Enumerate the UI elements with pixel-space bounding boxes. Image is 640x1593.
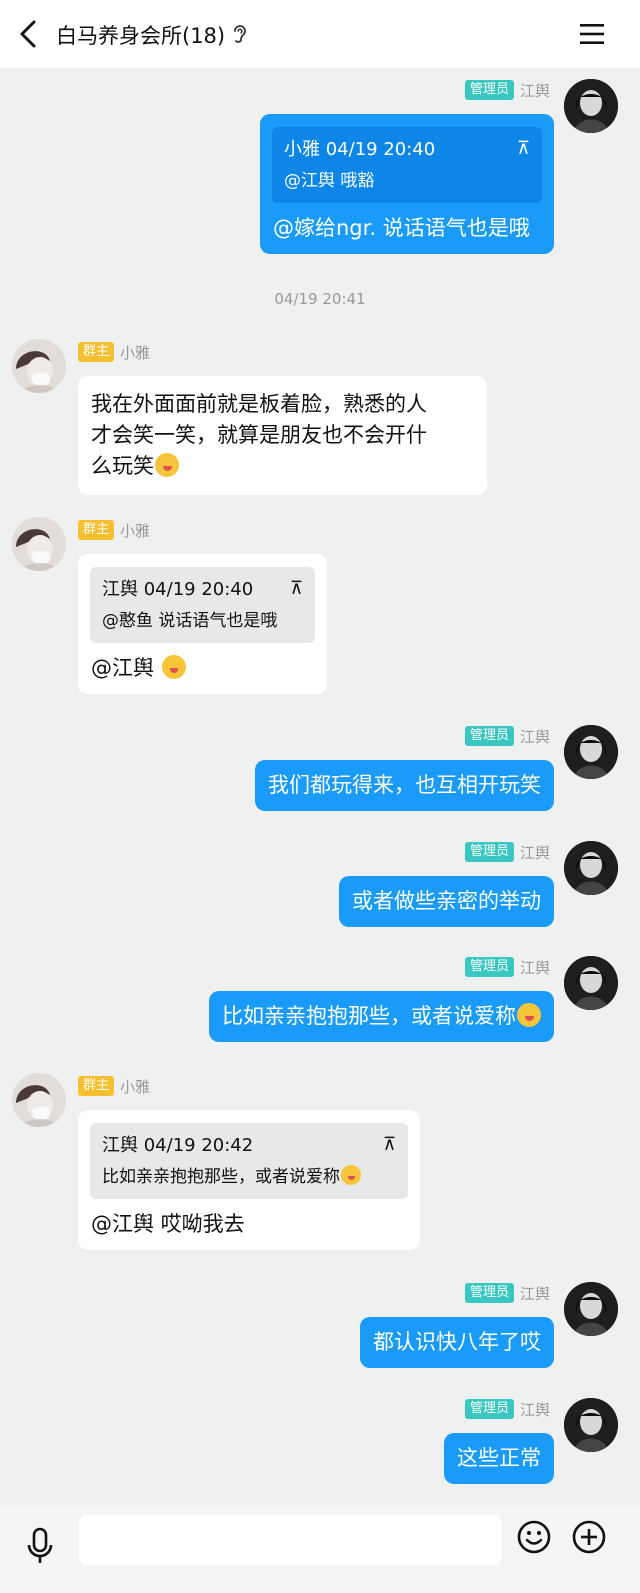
admin-badge: 管理员 [464, 726, 514, 746]
message-text: 都认识快八年了哎 [373, 1330, 541, 1354]
message-line: 才会笑一笑，就算是朋友也不会开什 [91, 423, 427, 447]
message-bubble[interactable]: 这些正常 [444, 1433, 554, 1484]
back-arrow-icon[interactable] [14, 18, 44, 50]
sender-name: 小雅 [120, 343, 151, 362]
avatar[interactable] [12, 517, 66, 571]
input-bar [0, 1505, 640, 1593]
message-row: 管理员 江舆 这些正常 [0, 1387, 640, 1497]
sender-name: 江舆 [519, 1400, 550, 1419]
owner-badge: 群主 [78, 520, 115, 540]
message-text: 或者做些亲密的举动 [352, 889, 541, 913]
message-list[interactable]: 管理员 江舆 小雅 04/19 20:40 ⊼ @江舆 哦豁 @嫁给ngr. 说话… [0, 68, 640, 1505]
avatar[interactable] [564, 1282, 618, 1336]
plus-icon[interactable] [571, 1519, 607, 1555]
title-bar: 白马养身会所(18) [0, 0, 640, 68]
sender-meta: 管理员 江舆 [464, 725, 550, 747]
admin-badge: 管理员 [464, 957, 514, 977]
avatar[interactable] [12, 339, 66, 393]
message-row: 群主 小雅 我在外面面前就是板着脸，熟悉的人 才会笑一笑，就算是朋友也不会开什 么… [0, 330, 640, 500]
quote-body: @江舆 哦豁 [284, 171, 375, 191]
quote-header: 小雅 04/19 20:40 [284, 139, 436, 160]
message-bubble[interactable]: 我们都玩得来，也互相开玩笑 [255, 760, 554, 811]
message-bubble[interactable]: 江舆 04/19 20:40 ⊼ @憨鱼 说话语气也是哦 @江舆 [78, 554, 327, 694]
owner-badge: 群主 [78, 1076, 115, 1096]
message-row: 管理员 江舆 都认识快八年了哎 [0, 1271, 640, 1381]
sender-name: 江舆 [519, 958, 550, 977]
message-content: @江舆 [78, 643, 327, 694]
message-text: @江舆 哎呦我去 [91, 1212, 245, 1236]
sender-meta: 管理员 江舆 [464, 841, 550, 863]
sender-name: 江舆 [519, 843, 550, 862]
timestamp: 04/19 20:41 [274, 290, 366, 308]
owner-badge: 群主 [78, 342, 115, 362]
laughing-tears-emoji-icon [517, 1003, 541, 1027]
quote-body-row: 比如亲亲抱抱那些，或者说爱称 [90, 1159, 408, 1199]
sender-meta: 管理员 江舆 [464, 79, 550, 101]
message-bubble[interactable]: 江舆 04/19 20:42 ⊼ 比如亲亲抱抱那些，或者说爱称 @江舆 哎呦我去 [78, 1110, 420, 1250]
avatar[interactable] [564, 79, 618, 133]
message-bubble[interactable]: 我在外面面前就是板着脸，熟悉的人 才会笑一笑，就算是朋友也不会开什 么玩笑 [78, 376, 487, 495]
quote-header: 江舆 04/19 20:40 [102, 579, 254, 600]
message-text: 我们都玩得来，也互相开玩笑 [268, 773, 541, 797]
sender-meta: 管理员 江舆 [464, 956, 550, 978]
message-text: @江舆 [91, 656, 154, 680]
message-row: 群主 小雅 江舆 04/19 20:42 ⊼ 比如亲亲抱抱那些，或者说爱称 @江舆… [0, 1064, 640, 1264]
avatar[interactable] [564, 1398, 618, 1452]
sender-meta: 群主 小雅 [78, 1075, 150, 1097]
message-row: 管理员 江舆 比如亲亲抱抱那些，或者说爱称 [0, 945, 640, 1055]
quoted-message[interactable]: 江舆 04/19 20:40 ⊼ @憨鱼 说话语气也是哦 [90, 567, 315, 643]
message-row: 管理员 江舆 或者做些亲密的举动 [0, 830, 640, 940]
avatar[interactable] [564, 956, 618, 1010]
sender-name: 江舆 [519, 1284, 550, 1303]
message-row: 群主 小雅 江舆 04/19 20:40 ⊼ @憨鱼 说话语气也是哦 @江舆 [0, 508, 640, 708]
avatar[interactable] [564, 841, 618, 895]
avatar[interactable] [564, 725, 618, 779]
pin-icon: ⊼ [289, 578, 303, 599]
quote-body: @憨鱼 说话语气也是哦 [102, 611, 278, 631]
quoted-message[interactable]: 小雅 04/19 20:40 ⊼ @江舆 哦豁 [272, 127, 542, 203]
message-row: 管理员 江舆 小雅 04/19 20:40 ⊼ @江舆 哦豁 @嫁给ngr. 说话… [0, 68, 640, 278]
quote-header: 江舆 04/19 20:42 [102, 1135, 254, 1156]
pin-icon: ⊼ [382, 1134, 396, 1155]
quoted-message[interactable]: 江舆 04/19 20:42 ⊼ 比如亲亲抱抱那些，或者说爱称 [90, 1123, 408, 1199]
message-bubble[interactable]: 或者做些亲密的举动 [339, 876, 554, 927]
admin-badge: 管理员 [464, 1399, 514, 1419]
message-bubble[interactable]: 都认识快八年了哎 [360, 1317, 554, 1368]
message-text: 比如亲亲抱抱那些，或者说爱称 [222, 1004, 516, 1028]
sender-meta: 管理员 江舆 [464, 1398, 550, 1420]
sender-meta: 群主 小雅 [78, 341, 150, 363]
sender-name: 江舆 [519, 81, 550, 100]
sender-name: 江舆 [519, 727, 550, 746]
admin-badge: 管理员 [464, 842, 514, 862]
ear-icon [234, 25, 246, 43]
message-bubble[interactable]: 小雅 04/19 20:40 ⊼ @江舆 哦豁 @嫁给ngr. 说话语气也是哦 [260, 114, 554, 254]
message-content: 比如亲亲抱抱那些，或者说爱称 [209, 991, 554, 1042]
admin-badge: 管理员 [464, 80, 514, 100]
message-input[interactable] [79, 1515, 502, 1565]
microphone-icon[interactable] [24, 1527, 56, 1567]
message-bubble[interactable]: 比如亲亲抱抱那些，或者说爱称 [209, 991, 554, 1042]
message-line: 么玩笑 [91, 451, 474, 482]
emoji-icon[interactable] [516, 1519, 552, 1555]
message-text: 这些正常 [457, 1446, 541, 1470]
sender-name: 小雅 [120, 521, 151, 540]
chat-title: 白马养身会所(18) [56, 24, 226, 48]
pin-icon: ⊼ [516, 138, 530, 159]
avatar[interactable] [12, 1073, 66, 1127]
message-line-text: 么玩笑 [91, 454, 154, 478]
sender-meta: 管理员 江舆 [464, 1282, 550, 1304]
message-line: 我在外面面前就是板着脸，熟悉的人 [91, 392, 427, 416]
quote-body: 比如亲亲抱抱那些，或者说爱称 [102, 1167, 340, 1187]
laughing-emoji-icon [161, 655, 186, 679]
menu-icon[interactable] [578, 20, 606, 48]
admin-badge: 管理员 [464, 1283, 514, 1303]
sender-meta: 群主 小雅 [78, 519, 150, 541]
message-text: @嫁给ngr. 说话语气也是哦 [273, 216, 530, 240]
laughing-tears-emoji-icon [341, 1165, 361, 1185]
message-row: 管理员 江舆 我们都玩得来，也互相开玩笑 [0, 714, 640, 824]
sender-name: 小雅 [120, 1077, 151, 1096]
laughing-emoji-icon [155, 453, 179, 477]
